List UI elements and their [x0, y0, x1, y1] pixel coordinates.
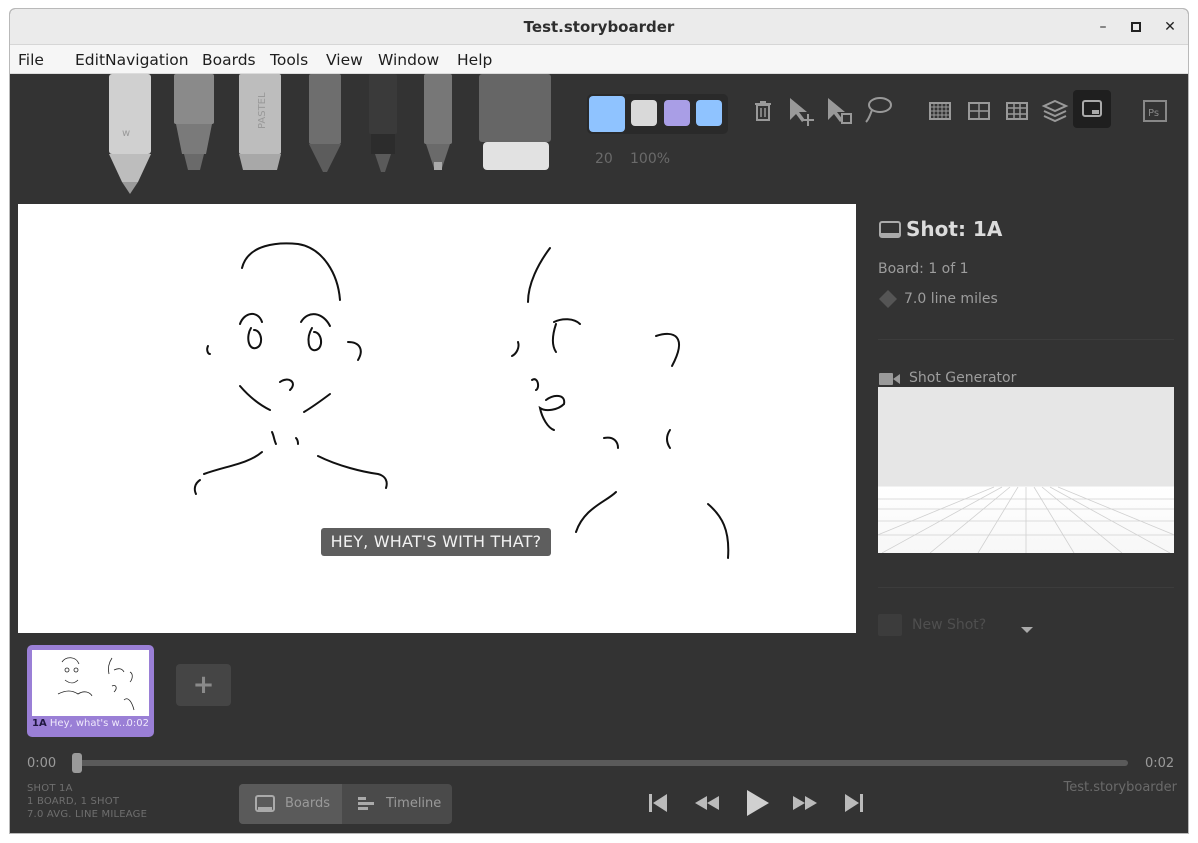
- skip-to-start-icon[interactable]: [640, 785, 676, 821]
- dialogue-caption: HEY, WHAT'S WITH THAT?: [321, 528, 551, 556]
- thumbnail-dialogue: Hey, what's w...: [49, 718, 129, 729]
- sketch-drawing: [193, 242, 730, 559]
- board-info-panel: Shot: 1A Board: 1 of 1 7.0 line miles Sh…: [878, 204, 1174, 644]
- thumbnail-duration: 0:02: [126, 718, 149, 729]
- svg-text:w: w: [122, 128, 130, 139]
- lasso-icon[interactable]: [862, 94, 896, 128]
- palette-color-3[interactable]: [696, 100, 722, 126]
- shot-generator-preview[interactable]: [878, 387, 1174, 553]
- thumbnail-image: [32, 650, 149, 716]
- timeline-start-time: 0:00: [27, 756, 57, 771]
- add-board-button[interactable]: +: [176, 664, 231, 706]
- menu-view[interactable]: View: [326, 51, 363, 69]
- pencil-icon[interactable]: [305, 74, 345, 174]
- camera-icon: [879, 373, 900, 385]
- palette-color-1[interactable]: [631, 100, 657, 126]
- boards-mode-button[interactable]: Boards: [239, 784, 342, 824]
- stats-counts: 1 BOARD, 1 SHOT: [27, 796, 120, 807]
- color-palette: [587, 94, 728, 134]
- timeline-end-time: 0:02: [1145, 756, 1175, 771]
- timeline-icon: [358, 797, 374, 810]
- menu-window[interactable]: Window: [378, 51, 439, 69]
- timeline-mode-button[interactable]: Timeline: [342, 784, 452, 824]
- menu-file[interactable]: File: [18, 51, 44, 69]
- menu-help[interactable]: Help: [457, 51, 492, 69]
- stats-shot: SHOT 1A: [27, 783, 73, 794]
- app-window: Test.storyboarder – ✕ File Edit Navigati…: [9, 8, 1189, 834]
- view-mode-switch: Boards Timeline: [239, 784, 452, 824]
- skip-to-end-icon[interactable]: [836, 785, 872, 821]
- new-shot-checkbox[interactable]: [878, 614, 902, 636]
- minimize-icon[interactable]: –: [1093, 17, 1113, 37]
- timeline-mode-label: Timeline: [386, 796, 442, 811]
- palette-color-2[interactable]: [664, 100, 690, 126]
- center-guide-icon[interactable]: [962, 94, 996, 128]
- maximize-icon[interactable]: [1126, 17, 1146, 37]
- brush-size[interactable]: 20: [595, 151, 613, 167]
- move-icon[interactable]: [786, 94, 820, 128]
- project-name: Test.storyboarder: [1063, 780, 1177, 795]
- brush-icon[interactable]: [170, 74, 220, 174]
- eraser-icon[interactable]: [475, 74, 555, 174]
- menu-bar: File Edit Navigation Boards Tools View W…: [10, 45, 1188, 74]
- thumbnail-shot: 1A: [32, 718, 47, 729]
- boards-icon: [255, 795, 275, 812]
- menu-boards[interactable]: Boards: [202, 51, 256, 69]
- divider: [878, 587, 1174, 588]
- pen-icon[interactable]: [365, 74, 401, 174]
- close-icon[interactable]: ✕: [1160, 17, 1180, 37]
- line-mileage-icon: [879, 290, 897, 308]
- fast-forward-icon[interactable]: [787, 785, 823, 821]
- board-thumbnail[interactable]: 1A Hey, what's w... 0:02: [27, 645, 154, 737]
- scrubber-handle[interactable]: [72, 753, 82, 773]
- fine-pen-icon[interactable]: [420, 74, 456, 174]
- window-title: Test.storyboarder: [523, 18, 675, 36]
- boards-mode-label: Boards: [285, 796, 330, 811]
- rewind-icon[interactable]: [689, 785, 725, 821]
- new-shot-label: New Shot?: [912, 617, 987, 633]
- pastel-icon[interactable]: PASTEL: [235, 74, 285, 174]
- toolbar: w PASTEL 20 100% Ps: [10, 74, 1188, 202]
- menu-navigation[interactable]: Navigation: [105, 51, 189, 69]
- brush-opacity[interactable]: 100%: [630, 151, 670, 167]
- divider: [878, 339, 1174, 340]
- menu-edit[interactable]: Edit: [75, 51, 105, 69]
- svg-text:Ps: Ps: [1148, 108, 1159, 119]
- grid-icon[interactable]: [923, 94, 957, 128]
- stats-mileage: 7.0 AVG. LINE MILEAGE: [27, 809, 148, 820]
- light-pencil-icon[interactable]: w: [105, 74, 155, 194]
- timeline-scrubber[interactable]: [72, 760, 1128, 766]
- shot-generator-label: Shot Generator: [909, 370, 1017, 386]
- chevron-down-icon[interactable]: [1020, 626, 1034, 634]
- board-count: Board: 1 of 1: [878, 261, 969, 277]
- photoshop-icon[interactable]: Ps: [1138, 94, 1172, 128]
- caption-toggle-icon[interactable]: [1073, 90, 1111, 128]
- board-icon: [879, 221, 901, 238]
- floor-grid: [878, 486, 1174, 553]
- thirds-guide-icon[interactable]: [1000, 94, 1034, 128]
- line-mileage: 7.0 line miles: [904, 291, 998, 307]
- thumbnail-sketch: [57, 657, 135, 711]
- svg-text:PASTEL: PASTEL: [257, 92, 268, 129]
- drawing-canvas[interactable]: HEY, WHAT'S WITH THAT?: [18, 204, 856, 633]
- trash-icon[interactable]: [746, 94, 780, 128]
- play-icon[interactable]: [737, 783, 777, 823]
- shot-title[interactable]: Shot: 1A: [906, 217, 1002, 241]
- title-bar: Test.storyboarder – ✕: [10, 9, 1188, 45]
- scale-icon[interactable]: [824, 94, 858, 128]
- layers-icon[interactable]: [1038, 94, 1072, 128]
- thumbnail-label: 1A Hey, what's w... 0:02: [32, 718, 149, 729]
- menu-tools[interactable]: Tools: [270, 51, 308, 69]
- current-color-swatch[interactable]: [589, 96, 625, 132]
